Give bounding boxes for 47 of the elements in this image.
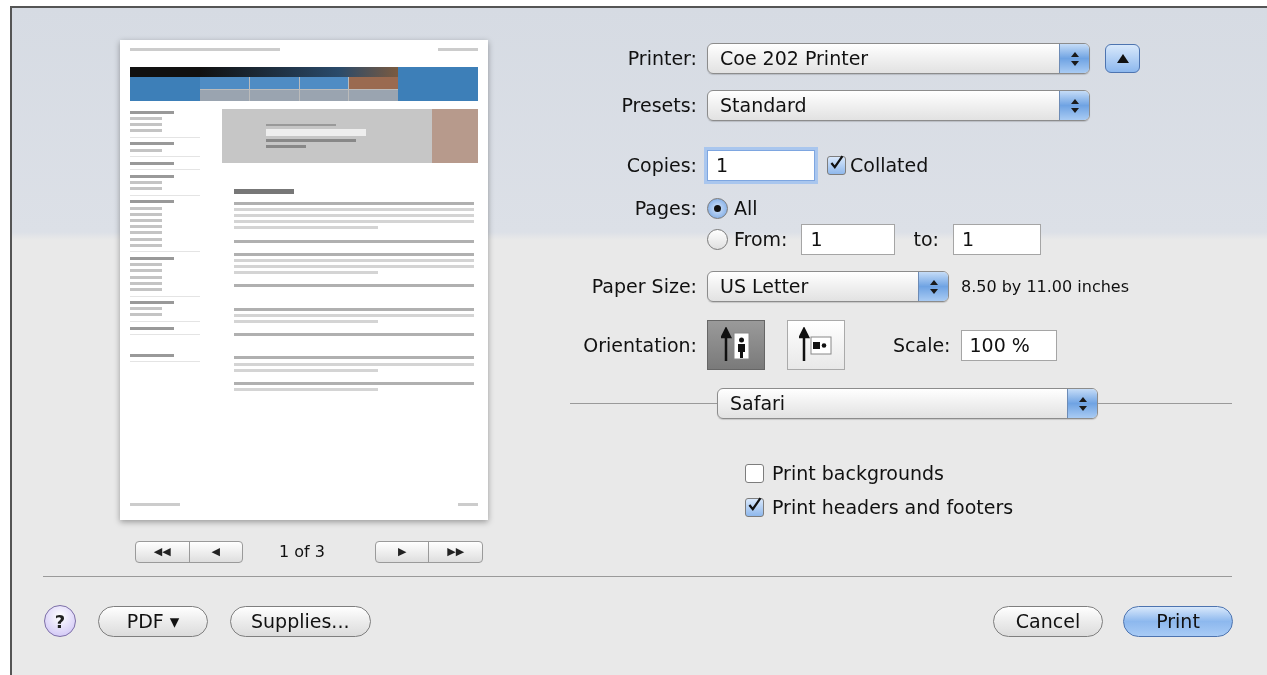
page-nav-button[interactable]: ▶▶ [429,542,482,562]
field-label: Pages: [634,195,697,221]
field-label: Orientation: [583,332,697,358]
page-nav-button[interactable]: ◀ [189,542,242,562]
field-label: Scale: [893,332,951,358]
checkbox[interactable] [745,497,764,517]
push-button[interactable]: Cancel [993,605,1103,637]
stepper-arrows-icon [1059,91,1089,120]
checkbox-label: Collated [850,152,929,178]
stepper-arrows-icon [1059,44,1089,73]
checkbox-label: Print headers and footers [772,494,1014,520]
default-button[interactable]: Print [1123,605,1233,637]
field-label: Paper Size: [591,274,697,300]
popup-menu[interactable]: US Letter [707,271,949,302]
input-field[interactable]: 1 [801,224,896,255]
page-nav-button[interactable]: ▶ [375,542,430,562]
field-label: to: [913,227,939,253]
stepper-arrows-icon [1067,389,1097,418]
field-label: Copies: [626,152,697,178]
radio-button[interactable] [707,197,728,219]
checkbox-label: Print backgrounds [772,460,945,486]
orientation-button[interactable] [787,320,845,370]
page-nav-button[interactable]: ◀◀ [136,542,190,562]
disclosure-button[interactable] [1105,44,1140,73]
field-label: Presets: [621,93,697,119]
radio-label: All [734,195,758,221]
help-button[interactable]: ? [44,605,76,637]
checkbox[interactable] [827,155,846,175]
input-field[interactable]: 1 [707,149,815,181]
radio-button[interactable] [707,229,728,250]
field-label: Printer: [627,46,697,72]
push-button[interactable]: Supplies... [230,605,371,637]
orientation-button[interactable] [707,320,765,370]
popup-menu[interactable]: Safari [717,388,1098,419]
push-button[interactable]: PDF ▾ [98,605,208,637]
portrait-orientation-icon [721,327,751,363]
stepper-arrows-icon [918,272,948,301]
triangle-up-icon [1116,54,1129,63]
page-indicator: 1 of 3 [279,541,325,563]
input-field[interactable]: 100 % [960,329,1057,361]
popup-menu[interactable]: Coe 202 Printer [707,43,1090,74]
popup-menu[interactable]: Standard [707,90,1090,121]
landscape-orientation-icon [799,327,833,363]
radio-label: From: [734,227,788,253]
input-field[interactable]: 1 [952,224,1041,255]
paper-dimensions: 8.50 by 11.00 inches [961,275,1129,298]
checkbox[interactable] [745,463,764,483]
